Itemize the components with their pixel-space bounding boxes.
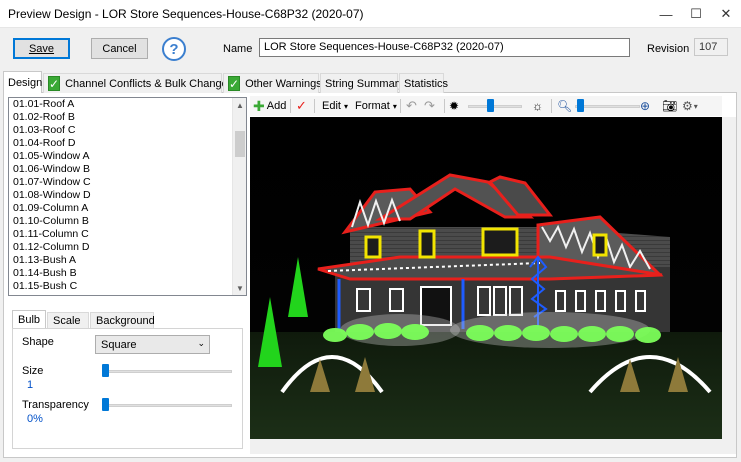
brightness-low-icon: ✹ xyxy=(449,99,460,113)
tab-scale[interactable]: Scale xyxy=(47,312,89,329)
revision-label: Revision xyxy=(647,43,690,55)
transparency-value: 0% xyxy=(27,413,43,425)
scroll-up-icon[interactable]: ▲ xyxy=(233,98,246,112)
zoom-slider[interactable] xyxy=(577,99,584,112)
preview-toolbar: ✚ Add ✓ Edit ▾ Format ▾ ↶ ↷ ✹ ☼ 🔍︎ ⊕ 📷︎ … xyxy=(250,96,722,116)
zoom-in-icon[interactable]: ⊕ xyxy=(640,98,650,114)
gear-icon[interactable]: ⚙ ▾ xyxy=(682,98,698,114)
cancel-button[interactable]: Cancel xyxy=(91,38,148,59)
zoom-out-icon[interactable]: 🔍︎ xyxy=(557,98,572,114)
name-label: Name xyxy=(223,43,253,55)
tab-design-label: Design xyxy=(8,76,43,89)
list-item[interactable]: 01.14-Bush B xyxy=(9,267,246,280)
dropdown-arrow-icon: ▾ xyxy=(392,101,397,111)
list-item[interactable]: 01.12-Column D xyxy=(9,241,246,254)
revision-field: 107 xyxy=(694,38,728,56)
zoom-slider-track xyxy=(575,105,640,108)
brightness-slider-track xyxy=(468,105,522,108)
scroll-thumb[interactable] xyxy=(235,131,245,157)
size-value: 1 xyxy=(27,379,34,391)
close-button[interactable]: ✕ xyxy=(711,0,741,28)
tab-channel-conflicts-label: Channel Conflicts & Bulk Changes xyxy=(65,77,234,90)
tab-design[interactable]: Design xyxy=(3,71,42,93)
list-item[interactable]: 01.02-Roof B xyxy=(9,111,246,124)
transparency-slider-track xyxy=(102,404,232,407)
minimize-button[interactable]: — xyxy=(651,0,681,28)
name-input[interactable]: LOR Store Sequences-House-C68P32 (2020-0… xyxy=(259,38,630,57)
checkmark-icon: ✓ xyxy=(228,76,241,91)
scroll-down-icon[interactable]: ▼ xyxy=(233,281,246,295)
chevron-down-icon: ⌄ xyxy=(197,338,205,348)
preview-vertical-scrollbar[interactable] xyxy=(722,117,736,439)
list-item[interactable]: 01.15-Bush C xyxy=(9,280,246,293)
list-scrollbar[interactable]: ▲ ▼ xyxy=(232,98,246,295)
shape-value: Square xyxy=(101,339,137,351)
title-bar: Preview Design - LOR Store Sequences-Hou… xyxy=(0,0,741,28)
bulb-properties-panel: Shape Square ⌄ Size 1 Transparency 0% xyxy=(12,328,243,449)
shape-label: Shape xyxy=(22,336,54,348)
list-item[interactable]: 01.01-Roof A xyxy=(9,98,246,111)
list-item[interactable]: 01.04-Roof D xyxy=(9,137,246,150)
tab-bulb[interactable]: Bulb xyxy=(12,310,46,329)
camera-icon[interactable]: 📷︎ xyxy=(662,98,677,114)
props-list[interactable]: 01.01-Roof A 01.02-Roof B 01.03-Roof C 01.0… xyxy=(8,97,247,296)
window-title: Preview Design - LOR Store Sequences-Hou… xyxy=(8,7,364,21)
tab-background-label: Background xyxy=(96,315,155,327)
list-item[interactable]: 01.11-Column C xyxy=(9,228,246,241)
size-slider-track xyxy=(102,370,232,373)
size-label: Size xyxy=(22,365,44,377)
list-item[interactable]: 01.08-Window D xyxy=(9,189,246,202)
tab-statistics[interactable]: Statistics xyxy=(399,73,448,93)
preview-canvas[interactable] xyxy=(250,117,722,439)
tab-string-summary-label: String Summary xyxy=(325,77,404,90)
brightness-high-icon: ☼ xyxy=(532,99,543,113)
save-label: Save xyxy=(28,42,55,55)
help-icon[interactable]: ? xyxy=(162,37,186,61)
format-label: Format xyxy=(355,100,390,112)
add-label: Add xyxy=(266,100,287,112)
size-slider[interactable] xyxy=(102,364,109,377)
tab-background[interactable]: Background xyxy=(90,312,155,329)
transparency-label: Transparency xyxy=(22,399,89,411)
cancel-label: Cancel xyxy=(102,42,137,55)
add-button[interactable]: ✚ Add xyxy=(253,98,286,114)
transparency-slider[interactable] xyxy=(102,398,109,411)
checkmark-icon: ✓ xyxy=(48,76,61,91)
maximize-button[interactable]: ☐ xyxy=(681,0,711,28)
save-button[interactable]: Save xyxy=(13,38,70,59)
tab-scale-label: Scale xyxy=(53,315,81,327)
format-menu[interactable]: Format ▾ xyxy=(355,98,397,114)
brightness-slider[interactable] xyxy=(487,99,494,112)
list-item[interactable]: 01.13-Bush A xyxy=(9,254,246,267)
edit-menu[interactable]: Edit ▾ xyxy=(322,98,348,114)
list-item[interactable]: 01.07-Window C xyxy=(9,176,246,189)
tab-other-warnings-label: Other Warnings xyxy=(245,77,322,90)
tab-channel-conflicts[interactable]: ✓ Channel Conflicts & Bulk Changes xyxy=(43,73,233,93)
tab-string-summary[interactable]: String Summary xyxy=(320,73,404,93)
list-item[interactable]: 01.03-Roof C xyxy=(9,124,246,137)
checkmark-tool-icon[interactable]: ✓ xyxy=(296,98,307,114)
list-item[interactable]: 01.09-Column A xyxy=(9,202,246,215)
house-preview-image xyxy=(250,117,722,439)
edit-label: Edit xyxy=(322,100,341,112)
list-item[interactable]: 01.06-Window B xyxy=(9,163,246,176)
preview-horizontal-scrollbar[interactable] xyxy=(250,439,736,454)
dropdown-arrow-icon: ▾ xyxy=(343,101,348,111)
tab-bulb-label: Bulb xyxy=(18,314,41,326)
tab-other-warnings[interactable]: ✓ Other Warnings xyxy=(223,73,322,93)
tab-statistics-label: Statistics xyxy=(404,77,449,90)
redo-icon[interactable]: ↷ xyxy=(424,98,435,114)
plus-icon: ✚ xyxy=(253,97,265,114)
list-item[interactable]: 01.10-Column B xyxy=(9,215,246,228)
list-item[interactable]: 01.05-Window A xyxy=(9,150,246,163)
shape-select[interactable]: Square ⌄ xyxy=(95,335,210,354)
undo-icon[interactable]: ↶ xyxy=(406,98,417,114)
